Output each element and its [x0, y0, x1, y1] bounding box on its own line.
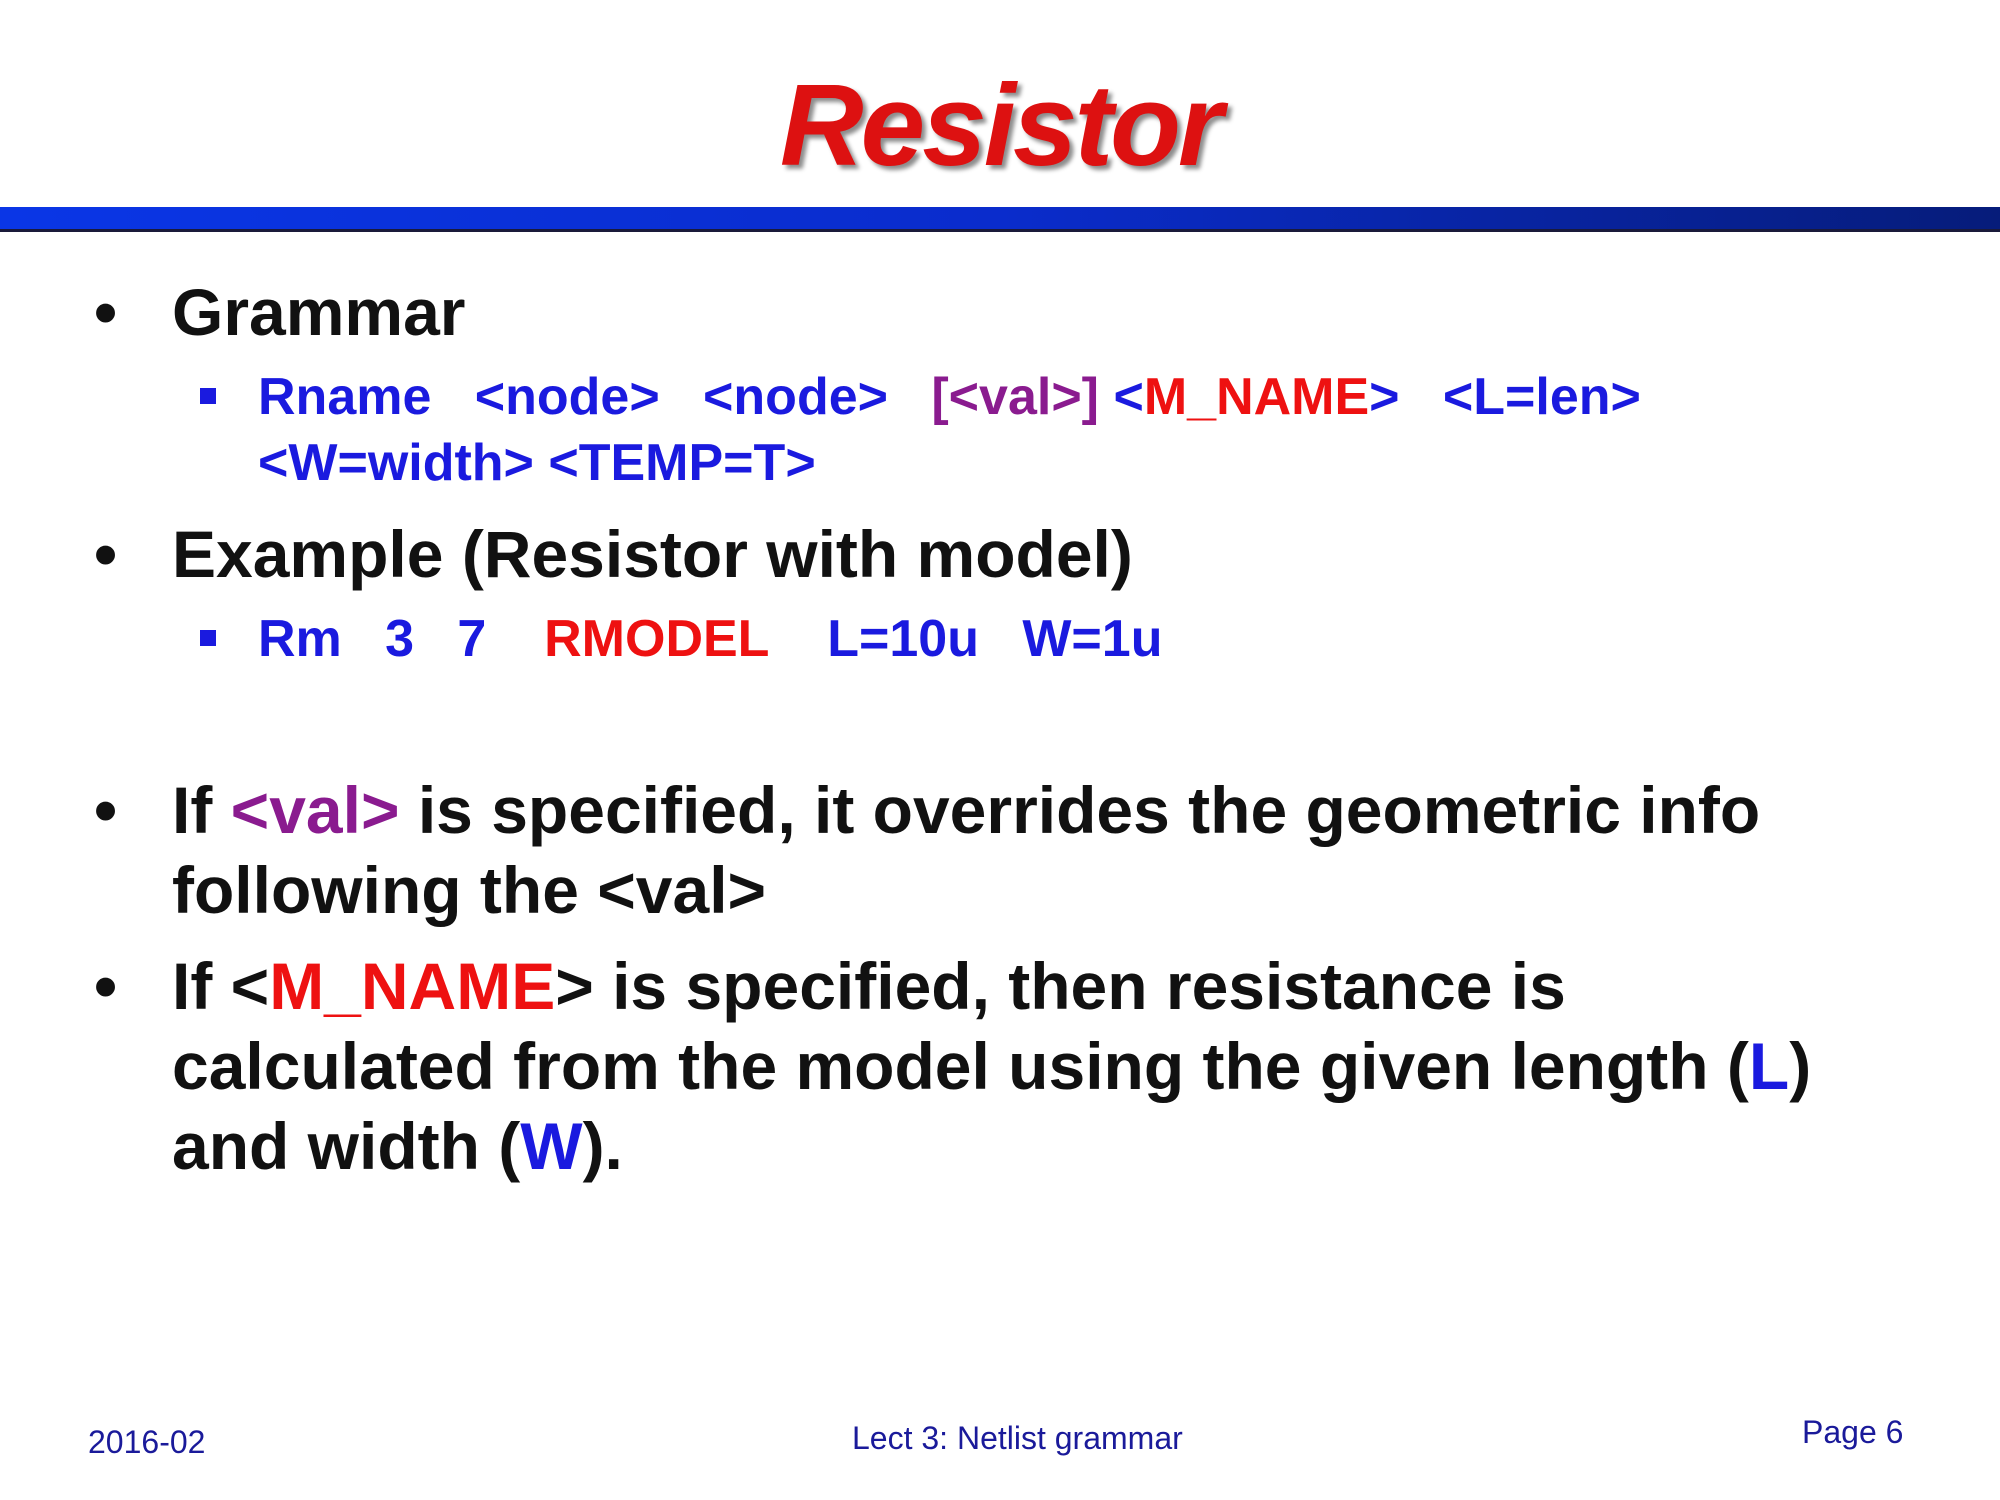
example-line: Rm 3 7 RMODEL L=10u W=1u: [200, 606, 1163, 672]
grammar-syntax-line1: Rname <node> <node> [<val>] <M_NAME> <L=…: [200, 364, 1641, 430]
syntax-mname: M_NAME: [1143, 368, 1370, 426]
slide-title: Resistor: [779, 60, 1223, 190]
square-bullet-icon: [200, 388, 216, 404]
val-note-part1: If: [172, 773, 231, 847]
grammar-label: Grammar: [172, 275, 466, 349]
syntax-len: <L=len>: [1442, 368, 1641, 426]
bullet-dot-icon: •: [94, 949, 118, 1023]
example-node1: 3: [385, 610, 415, 668]
example-length: L=10u: [827, 610, 979, 668]
example-model: RMODEL: [544, 610, 770, 668]
slide: Resistor • Grammar Rname <node> <node> […: [0, 0, 2000, 1500]
mname-note-line2: calculated from the model using the give…: [172, 1026, 1811, 1106]
bullet-mname-note: • If <M_NAME> is specified, then resista…: [94, 946, 1566, 1026]
syntax-rname: Rname: [258, 368, 432, 426]
val-note-val: <val>: [230, 773, 400, 847]
bullet-grammar: • Grammar: [94, 272, 466, 352]
example-width: W=1u: [1022, 610, 1163, 668]
bullet-dot-icon: •: [94, 517, 118, 591]
bullet-val-note: • If <val> is specified, it overrides th…: [94, 770, 1761, 850]
syntax-node2: <node>: [703, 368, 888, 426]
example-label: Example (Resistor with model): [172, 517, 1133, 591]
mname-note-line2b: ): [1789, 1029, 1812, 1103]
val-note-part2: is specified, it overrides the geometric…: [399, 773, 1761, 847]
val-note-line2: following the <val>: [172, 853, 767, 927]
mname-note-line3a: and width (: [172, 1109, 521, 1183]
mname-note-part2: > is specified, then resistance is: [555, 949, 1566, 1023]
footer-date: 2016-02: [88, 1424, 206, 1460]
bullet-dot-icon: •: [94, 275, 118, 349]
mname-note-line2a: calculated from the model using the give…: [172, 1029, 1749, 1103]
syntax-mname-open: <: [1113, 368, 1144, 426]
mname-note-line3: and width (W).: [172, 1106, 623, 1186]
syntax-val: [<val>]: [931, 368, 1099, 426]
title-divider: [0, 207, 2000, 232]
mname-note-L: L: [1748, 1029, 1790, 1103]
bullet-example: • Example (Resistor with model): [94, 514, 1133, 594]
bullet-dot-icon: •: [94, 773, 118, 847]
example-node2: 7: [457, 610, 487, 668]
syntax-node1: <node>: [474, 368, 660, 426]
mname-note-part1: If <: [172, 949, 270, 1023]
square-bullet-icon: [200, 630, 216, 646]
example-rm: Rm: [258, 610, 342, 668]
mname-note-mname: M_NAME: [269, 949, 556, 1023]
footer-page-number: Page 6: [1802, 1414, 1904, 1450]
mname-note-line3b: ).: [582, 1109, 623, 1183]
syntax-mname-close: >: [1369, 368, 1400, 426]
mname-note-W: W: [520, 1109, 583, 1183]
footer-lecture-title: Lect 3: Netlist grammar: [852, 1420, 1183, 1456]
grammar-syntax-line2: <W=width> <TEMP=T>: [258, 434, 816, 492]
